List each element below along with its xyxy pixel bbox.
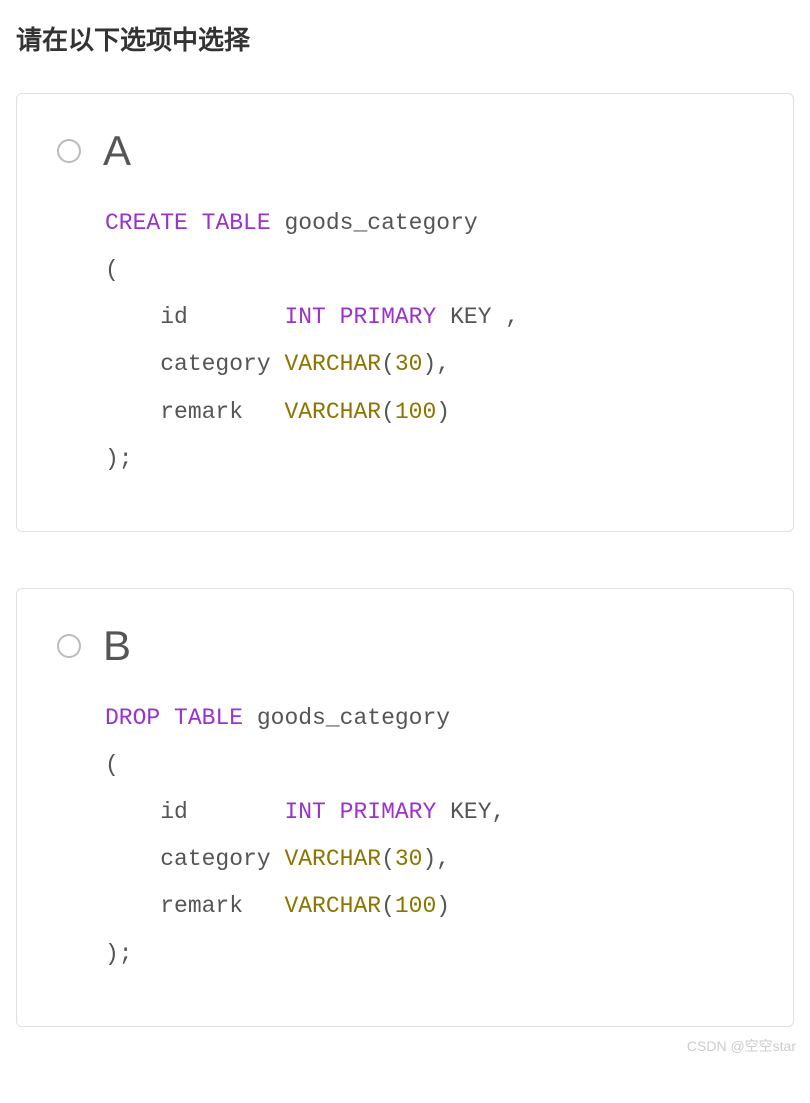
code-text: ) (436, 399, 450, 425)
keyword: VARCHAR (284, 351, 381, 377)
code-text: ); (105, 941, 133, 967)
option-a-code: CREATE TABLE goods_category ( id INT PRI… (105, 200, 753, 483)
number: 30 (395, 351, 423, 377)
code-text: KEY , (436, 304, 519, 330)
keyword: VARCHAR (284, 846, 381, 872)
radio-icon[interactable] (57, 634, 81, 658)
keyword: CREATE (105, 210, 188, 236)
code-text: goods_category (271, 210, 478, 236)
option-a-letter: A (103, 130, 131, 172)
watermark: CSDN @空空star (687, 1036, 796, 1056)
keyword: VARCHAR (284, 399, 381, 425)
number: 100 (395, 399, 436, 425)
code-text: KEY, (436, 799, 505, 825)
code-text: , (436, 351, 450, 377)
code-text: ( (105, 752, 119, 778)
option-b-letter: B (103, 625, 131, 667)
option-b-code: DROP TABLE goods_category ( id INT PRIMA… (105, 695, 753, 978)
keyword: DROP (105, 705, 160, 731)
code-text: , (436, 846, 450, 872)
number: 100 (395, 893, 436, 919)
keyword: PRIMARY (340, 799, 437, 825)
code-text: remark (105, 399, 284, 425)
radio-icon[interactable] (57, 139, 81, 163)
option-b-header: B (57, 625, 753, 667)
keyword: VARCHAR (284, 893, 381, 919)
keyword: TABLE (202, 210, 271, 236)
code-text: ) (422, 351, 436, 377)
code-text: ( (381, 893, 395, 919)
code-text: ) (436, 893, 450, 919)
code-text: category (105, 351, 284, 377)
code-text: ( (381, 846, 395, 872)
code-text: id (105, 304, 284, 330)
keyword: PRIMARY (340, 304, 437, 330)
number: 30 (395, 846, 423, 872)
keyword: INT (284, 799, 325, 825)
code-text: goods_category (243, 705, 450, 731)
option-a-header: A (57, 130, 753, 172)
code-text: ( (381, 351, 395, 377)
keyword: INT (284, 304, 325, 330)
code-text: id (105, 799, 284, 825)
code-text: ( (105, 257, 119, 283)
option-a-card[interactable]: A CREATE TABLE goods_category ( id INT P… (16, 93, 794, 532)
option-b-card[interactable]: B DROP TABLE goods_category ( id INT PRI… (16, 588, 794, 1027)
code-text: remark (105, 893, 284, 919)
prompt-title: 请在以下选项中选择 (16, 20, 794, 57)
code-text: ) (422, 846, 436, 872)
code-text: ( (381, 399, 395, 425)
keyword: TABLE (174, 705, 243, 731)
code-text: ); (105, 446, 133, 472)
code-text: category (105, 846, 284, 872)
